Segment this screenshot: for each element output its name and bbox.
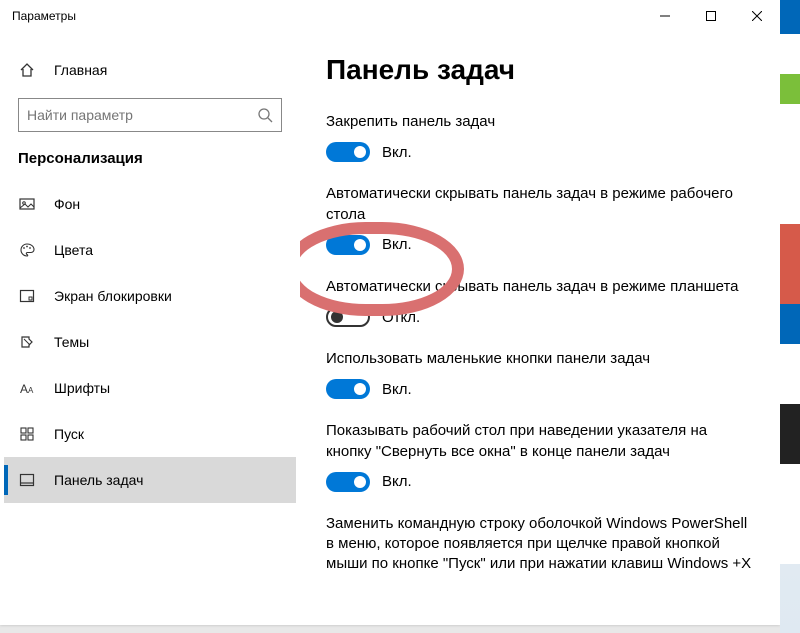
option-label: Показывать рабочий стол при наведении ук… [326, 421, 756, 462]
sidebar-item-start[interactable]: Пуск [4, 411, 296, 457]
sidebar-item-label: Шрифты [54, 380, 110, 396]
option-label: Автоматически скрывать панель задач в ре… [326, 184, 756, 225]
toggle-state: Вкл. [382, 381, 412, 398]
toggle-autohide-desktop[interactable] [326, 235, 370, 255]
sidebar-item-label: Фон [54, 196, 80, 212]
taskbar-icon [18, 472, 36, 488]
sidebar-item-taskbar[interactable]: Панель задач [4, 457, 296, 503]
svg-text:A: A [28, 386, 34, 395]
close-button[interactable] [734, 0, 780, 32]
search-icon [257, 107, 273, 123]
toggle-state: Откл. [382, 309, 420, 326]
toggle-autohide-tablet[interactable] [326, 307, 370, 327]
picture-icon [18, 196, 36, 212]
option-label: Заменить командную строку оболочкой Wind… [326, 514, 756, 575]
option-label: Закрепить панель задач [326, 112, 756, 132]
sidebar-item-lockscreen[interactable]: Экран блокировки [4, 273, 296, 319]
sidebar-item-label: Пуск [54, 426, 84, 442]
lockscreen-icon [18, 288, 36, 304]
sidebar-item-themes[interactable]: Темы [4, 319, 296, 365]
content-pane: Панель задач Закрепить панель задач Вкл.… [300, 32, 780, 625]
option-peek-desktop: Показывать рабочий стол при наведении ук… [326, 421, 756, 492]
sidebar-item-fonts[interactable]: AA Шрифты [4, 365, 296, 411]
nav-list: Фон Цвета Экран блокировки [4, 181, 296, 503]
sidebar: Главная Персонализация Фон [0, 32, 300, 625]
category-header: Персонализация [4, 150, 296, 181]
option-label: Автоматически скрывать панель задач в ре… [326, 277, 756, 297]
maximize-button[interactable] [688, 0, 734, 32]
page-title: Панель задач [326, 54, 756, 86]
sidebar-item-background[interactable]: Фон [4, 181, 296, 227]
option-powershell: Заменить командную строку оболочкой Wind… [326, 514, 756, 575]
toggle-lock-taskbar[interactable] [326, 142, 370, 162]
home-link[interactable]: Главная [4, 50, 296, 90]
search-input[interactable] [27, 107, 257, 123]
toggle-state: Вкл. [382, 144, 412, 161]
sidebar-item-label: Экран блокировки [54, 288, 172, 304]
option-autohide-desktop: Автоматически скрывать панель задач в ре… [326, 184, 756, 255]
toggle-peek-desktop[interactable] [326, 472, 370, 492]
search-box[interactable] [18, 98, 282, 132]
home-icon [18, 62, 36, 78]
fonts-icon: AA [18, 380, 36, 396]
background-strip [780, 0, 800, 633]
option-autohide-tablet: Автоматически скрывать панель задач в ре… [326, 277, 756, 327]
minimize-button[interactable] [642, 0, 688, 32]
start-icon [18, 426, 36, 442]
toggle-state: Вкл. [382, 473, 412, 490]
sidebar-item-label: Панель задач [54, 472, 143, 488]
sidebar-item-colors[interactable]: Цвета [4, 227, 296, 273]
sidebar-item-label: Темы [54, 334, 89, 350]
home-label: Главная [54, 62, 107, 78]
option-lock-taskbar: Закрепить панель задач Вкл. [326, 112, 756, 162]
toggle-state: Вкл. [382, 236, 412, 253]
toggle-small-buttons[interactable] [326, 379, 370, 399]
sidebar-item-label: Цвета [54, 242, 93, 258]
option-label: Использовать маленькие кнопки панели зад… [326, 349, 756, 369]
themes-icon [18, 334, 36, 350]
palette-icon [18, 242, 36, 258]
titlebar: Параметры [0, 0, 780, 32]
option-small-buttons: Использовать маленькие кнопки панели зад… [326, 349, 756, 399]
svg-text:A: A [20, 382, 28, 396]
window-title: Параметры [0, 9, 76, 23]
